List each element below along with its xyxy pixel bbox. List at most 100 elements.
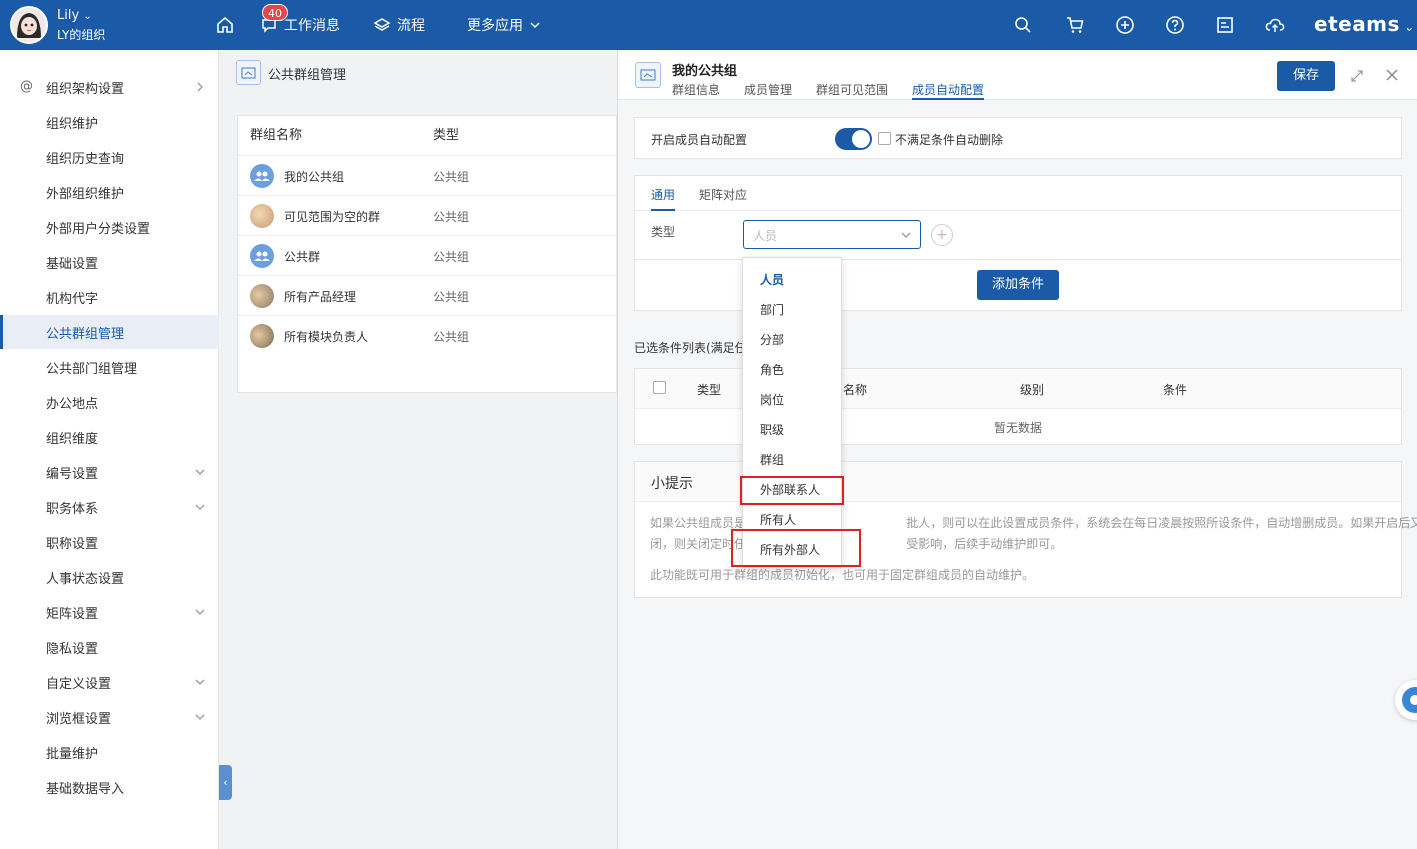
column-header-name: 群组名称 (250, 128, 303, 143)
chevron-down-icon (195, 469, 205, 475)
brand-logo[interactable]: eteams ⌄ (1314, 12, 1415, 36)
tab-visible-scope[interactable]: 群组可见范围 (816, 81, 888, 100)
group-name: 所有模块负责人 (284, 330, 369, 344)
auto-delete-checkbox[interactable] (878, 132, 891, 145)
type-dropdown-menu: 人员 部门 分部 角色 岗位 职级 群组 外部联系人 所有人 所有外部人 (742, 257, 842, 568)
notes-icon[interactable] (1215, 15, 1235, 35)
column-header-type: 类型 (697, 383, 722, 397)
option-group[interactable]: 群组 (743, 445, 843, 475)
sidebar-item[interactable]: 机构代字 (0, 280, 219, 314)
select-all-checkbox[interactable] (653, 381, 666, 394)
tab-auto-config[interactable]: 成员自动配置 (912, 81, 985, 100)
add-type-icon[interactable]: + (931, 224, 953, 246)
chevron-down-icon (195, 714, 205, 720)
sidebar-item[interactable]: 公共部门组管理 (0, 350, 219, 384)
sidebar: @ 组织架构设置 组织维护 组织历史查询 外部组织维护 外部用户分类设置 基础设… (0, 50, 219, 849)
group-name: 可见范围为空的群 (284, 210, 381, 224)
nav-more-apps-label: 更多应用 (467, 18, 523, 34)
type-label: 类型 (651, 225, 676, 239)
option-post[interactable]: 岗位 (743, 385, 843, 415)
page-title: 公共群组管理 (268, 68, 347, 83)
option-rank[interactable]: 职级 (743, 415, 843, 445)
type-select[interactable]: 人员 (743, 220, 921, 249)
chevron-down-icon (530, 22, 540, 29)
sidebar-item[interactable]: 外部组织维护 (0, 175, 219, 209)
group-type: 公共组 (433, 210, 470, 224)
auto-delete-label: 不满足条件自动删除 (895, 133, 1004, 147)
selected-list-title: 已选条件列表(满足任 (634, 341, 747, 355)
table-row[interactable]: 所有模块负责人 公共组 (238, 315, 618, 355)
table-row[interactable]: 所有产品经理 公共组 (238, 275, 618, 315)
group-detail-drawer: 我的公共组 群组信息 成员管理 群组可见范围 成员自动配置 保存 开启成员自动配… (617, 50, 1417, 849)
cloud-upload-icon[interactable] (1265, 15, 1285, 35)
sidebar-item[interactable]: 职称设置 (0, 525, 219, 559)
sidebar-item[interactable]: 组织维护 (0, 105, 219, 139)
sidebar-item[interactable]: 办公地点 (0, 385, 219, 419)
sidebar-item[interactable]: 组织维度 (0, 420, 219, 454)
top-bar: Lily ⌄ LY的组织 工作消息 40 流程 更多应用 eteams ⌄ (0, 0, 1417, 50)
option-department[interactable]: 部门 (743, 295, 843, 325)
sidebar-item-browser[interactable]: 浏览框设置 (0, 700, 219, 734)
sidebar-item-org-structure[interactable]: @ 组织架构设置 (0, 70, 219, 104)
sidebar-item[interactable]: 组织历史查询 (0, 140, 219, 174)
nav-more-apps[interactable]: 更多应用 (467, 15, 541, 35)
at-icon: @ (20, 79, 33, 94)
user-avatar[interactable] (10, 6, 48, 44)
sidebar-item-numbering[interactable]: 编号设置 (0, 455, 219, 489)
group-table: 群组名称 类型 我的公共组 公共组 可见范围为空的群 公共组 公共群 公共组 所… (237, 115, 618, 393)
group-name: 公共群 (284, 250, 321, 264)
bug-icon (1402, 687, 1417, 713)
sidebar-item[interactable]: 基础设置 (0, 245, 219, 279)
search-icon[interactable] (1013, 15, 1033, 35)
help-icon[interactable] (1165, 15, 1185, 35)
sidebar-item[interactable]: 基础数据导入 (0, 770, 219, 804)
nav-work-messages-label: 工作消息 (284, 18, 340, 34)
group-avatar-icon (250, 284, 274, 308)
option-role[interactable]: 角色 (743, 355, 843, 385)
sidebar-item[interactable]: 隐私设置 (0, 630, 219, 664)
group-card-icon (236, 60, 261, 85)
subtab-general[interactable]: 通用 (651, 186, 676, 211)
option-subcompany[interactable]: 分部 (743, 325, 843, 355)
message-badge: 40 (262, 4, 288, 21)
expand-icon[interactable] (1350, 69, 1364, 83)
group-type: 公共组 (433, 170, 470, 184)
add-circle-icon[interactable] (1115, 15, 1135, 35)
drawer-header: 我的公共组 群组信息 成员管理 群组可见范围 成员自动配置 保存 (618, 50, 1417, 100)
save-button[interactable]: 保存 (1277, 61, 1335, 91)
close-icon[interactable] (1385, 68, 1399, 82)
table-row[interactable]: 我的公共组 公共组 (238, 155, 618, 195)
column-header-name: 名称 (843, 383, 868, 397)
highlight-box-all-external (731, 529, 861, 567)
chevron-down-icon (901, 232, 911, 238)
chevron-down-icon (195, 609, 205, 615)
user-name[interactable]: Lily ⌄ (57, 8, 92, 23)
option-person[interactable]: 人员 (743, 265, 843, 295)
column-header-level: 级别 (1020, 383, 1045, 397)
layers-icon (373, 18, 391, 31)
sidebar-item-public-groups[interactable]: 公共群组管理 (0, 315, 219, 349)
nav-workflow[interactable]: 流程 (373, 15, 425, 35)
add-condition-button[interactable]: 添加条件 (977, 270, 1059, 300)
auto-config-toggle[interactable] (835, 128, 872, 150)
sidebar-collapse-handle[interactable]: ‹ (219, 765, 232, 800)
sidebar-item-matrix[interactable]: 矩阵设置 (0, 595, 219, 629)
sidebar-item[interactable]: 批量维护 (0, 735, 219, 769)
feedback-float-button[interactable] (1395, 680, 1417, 720)
sidebar-item-custom[interactable]: 自定义设置 (0, 665, 219, 699)
table-row[interactable]: 可见范围为空的群 公共组 (238, 195, 618, 235)
cart-icon[interactable] (1065, 15, 1085, 35)
subtab-matrix[interactable]: 矩阵对应 (699, 186, 747, 203)
sidebar-item[interactable]: 外部用户分类设置 (0, 210, 219, 244)
user-org: LY的组织 (57, 28, 106, 42)
group-type: 公共组 (433, 250, 470, 264)
tab-group-info[interactable]: 群组信息 (672, 81, 720, 100)
group-name: 所有产品经理 (284, 290, 357, 304)
table-row[interactable]: 公共群 公共组 (238, 235, 618, 275)
sidebar-item[interactable]: 人事状态设置 (0, 560, 219, 594)
nav-workflow-label: 流程 (397, 18, 425, 34)
group-avatar-icon (250, 164, 274, 188)
home-icon[interactable] (215, 15, 235, 35)
tab-member-management[interactable]: 成员管理 (744, 81, 792, 100)
sidebar-item-position-system[interactable]: 职务体系 (0, 490, 219, 524)
